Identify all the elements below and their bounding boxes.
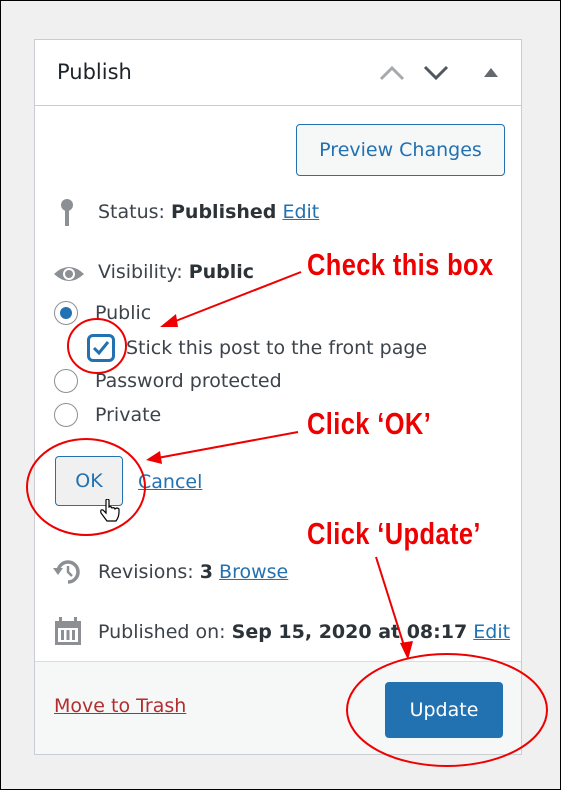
revisions-browse-link[interactable]: Browse xyxy=(219,561,288,583)
sticky-checkbox[interactable] xyxy=(87,334,115,362)
chevron-down-icon[interactable] xyxy=(423,64,449,82)
cancel-link[interactable]: Cancel xyxy=(138,471,202,493)
hand-cursor-icon xyxy=(100,499,120,522)
published-on-edit-link[interactable]: Edit xyxy=(473,621,510,643)
visibility-label: Visibility: xyxy=(98,261,183,283)
sticky-label: Stick this post to the front page xyxy=(126,337,428,359)
published-on-value: Sep 15, 2020 at 08:17 xyxy=(231,621,468,643)
annotation-check-box: Check this box xyxy=(307,247,494,282)
pin-icon xyxy=(61,199,73,226)
chevron-up-icon[interactable] xyxy=(379,64,405,82)
update-button[interactable]: Update xyxy=(385,682,503,738)
radio-password[interactable] xyxy=(54,369,78,393)
visibility-value: Public xyxy=(188,261,255,283)
revisions-label: Revisions: xyxy=(98,561,194,583)
radio-password-label: Password protected xyxy=(95,370,282,392)
preview-changes-button[interactable]: Preview Changes xyxy=(296,124,505,176)
revisions-row: Revisions: 3 Browse xyxy=(98,561,288,583)
revisions-icon xyxy=(53,560,80,584)
radio-public[interactable] xyxy=(54,301,78,325)
panel-title: Publish xyxy=(57,60,132,84)
publish-panel: Publish Preview Changes Status: Publishe… xyxy=(34,39,522,755)
annotation-click-ok: Click ‘OK’ xyxy=(307,406,432,441)
panel-footer: Move to Trash Update xyxy=(35,661,521,754)
move-to-trash-link[interactable]: Move to Trash xyxy=(54,695,186,717)
status-value: Published xyxy=(171,201,277,223)
status-edit-link[interactable]: Edit xyxy=(282,201,319,223)
annotation-click-update: Click ‘Update’ xyxy=(307,516,481,551)
status-row: Status: Published Edit xyxy=(98,201,319,223)
calendar-icon xyxy=(55,617,81,645)
checkmark-icon xyxy=(92,341,110,356)
panel-header: Publish xyxy=(35,40,521,106)
status-label: Status: xyxy=(98,201,165,223)
eye-icon xyxy=(54,267,84,281)
visibility-row: Visibility: Public xyxy=(98,261,254,283)
published-on-row: Published on: Sep 15, 2020 at 08:17 Edit xyxy=(98,621,510,643)
triangle-up-icon[interactable] xyxy=(483,66,499,78)
radio-private[interactable] xyxy=(54,403,78,427)
published-on-label: Published on: xyxy=(98,621,226,643)
revisions-count: 3 xyxy=(199,561,213,583)
radio-public-label: Public xyxy=(95,302,152,324)
radio-private-label: Private xyxy=(95,404,162,426)
screenshot-frame: Publish Preview Changes Status: Publishe… xyxy=(0,0,561,790)
